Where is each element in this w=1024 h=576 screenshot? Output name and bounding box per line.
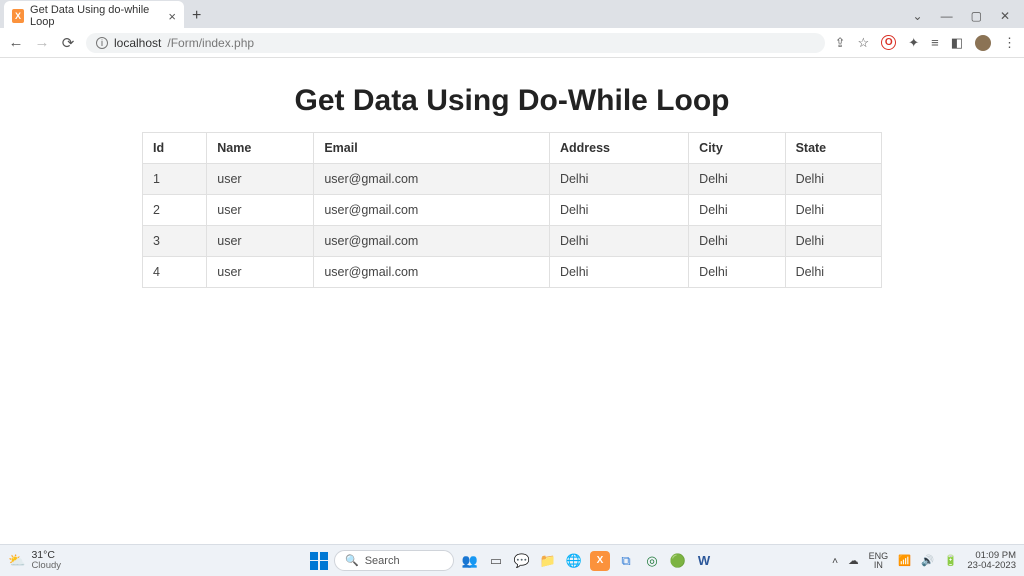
task-app-icon[interactable]: 🟢: [668, 551, 688, 571]
task-chat-icon[interactable]: 💬: [512, 551, 532, 571]
col-header-city: City: [689, 133, 785, 164]
taskbar-center: 🔍 Search 👥 ▭ 💬 📁 🌐 X ⧉ ◎ 🟢 W: [310, 550, 714, 571]
url-path: /Form/index.php: [167, 36, 254, 50]
language-indicator[interactable]: ENG IN: [869, 552, 889, 570]
cell-name: user: [207, 257, 314, 288]
cell-name: user: [207, 195, 314, 226]
taskbar-search[interactable]: 🔍 Search: [334, 550, 454, 571]
cell-id: 4: [143, 257, 207, 288]
cell-city: Delhi: [689, 195, 785, 226]
extensions-icon[interactable]: ✦: [908, 35, 919, 51]
toolbar-icons: ⇪ ☆ O ✦ ≡ ◧ ⋮: [835, 35, 1016, 51]
close-tab-button[interactable]: ×: [168, 9, 176, 24]
cell-state: Delhi: [785, 226, 881, 257]
cell-state: Delhi: [785, 164, 881, 195]
tray-battery-icon[interactable]: 🔋: [944, 554, 957, 567]
tray-chevron-icon[interactable]: ˄: [832, 555, 838, 567]
tray-volume-icon[interactable]: 🔊: [921, 554, 934, 567]
cell-email: user@gmail.com: [314, 195, 550, 226]
task-xampp-icon[interactable]: X: [590, 551, 610, 571]
forward-button[interactable]: →: [34, 34, 50, 51]
opera-icon[interactable]: O: [881, 35, 896, 50]
cell-email: user@gmail.com: [314, 226, 550, 257]
cell-id: 1: [143, 164, 207, 195]
cell-name: user: [207, 226, 314, 257]
task-vscode-icon[interactable]: ⧉: [616, 551, 636, 571]
table-row: 4useruser@gmail.comDelhiDelhiDelhi: [143, 257, 882, 288]
minimize-button[interactable]: —: [941, 9, 953, 23]
close-window-button[interactable]: ✕: [1000, 9, 1010, 23]
task-taskview-icon[interactable]: ▭: [486, 551, 506, 571]
table-row: 1useruser@gmail.comDelhiDelhiDelhi: [143, 164, 882, 195]
menu-icon[interactable]: ⋮: [1003, 35, 1016, 51]
cell-email: user@gmail.com: [314, 257, 550, 288]
cell-id: 3: [143, 226, 207, 257]
table-row: 2useruser@gmail.comDelhiDelhiDelhi: [143, 195, 882, 226]
cell-state: Delhi: [785, 195, 881, 226]
cell-address: Delhi: [549, 226, 688, 257]
weather-widget[interactable]: ⛅ 31°C Cloudy: [8, 550, 61, 571]
clock[interactable]: 01:09 PM 23-04-2023: [967, 551, 1016, 571]
tabs-bar: X Get Data Using do-while Loop × + ⌄ — ▢…: [0, 0, 1024, 28]
cell-address: Delhi: [549, 164, 688, 195]
browser-chrome: X Get Data Using do-while Loop × + ⌄ — ▢…: [0, 0, 1024, 58]
col-header-id: Id: [143, 133, 207, 164]
tab-title: Get Data Using do-while Loop: [30, 4, 156, 28]
taskbar: ⛅ 31°C Cloudy 🔍 Search 👥 ▭ 💬 📁 🌐 X ⧉ ◎ 🟢…: [0, 544, 1024, 576]
window-controls: ⌄ — ▢ ✕: [913, 9, 1020, 23]
cell-address: Delhi: [549, 257, 688, 288]
start-button[interactable]: [310, 552, 328, 570]
task-explorer-icon[interactable]: 📁: [538, 551, 558, 571]
cell-name: user: [207, 164, 314, 195]
cell-city: Delhi: [689, 164, 785, 195]
data-table: Id Name Email Address City State 1userus…: [142, 132, 882, 288]
cell-id: 2: [143, 195, 207, 226]
system-tray: ˄ ☁ ENG IN 📶 🔊 🔋 01:09 PM 23-04-2023: [832, 551, 1016, 571]
cell-address: Delhi: [549, 195, 688, 226]
search-icon: 🔍: [345, 554, 359, 567]
table-header-row: Id Name Email Address City State: [143, 133, 882, 164]
maximize-button[interactable]: ▢: [971, 9, 982, 23]
window-caret-icon[interactable]: ⌄: [913, 9, 923, 23]
col-header-state: State: [785, 133, 881, 164]
cell-state: Delhi: [785, 257, 881, 288]
search-placeholder: Search: [365, 555, 400, 567]
side-panel-icon[interactable]: ◧: [951, 35, 963, 51]
col-header-email: Email: [314, 133, 550, 164]
weather-icon: ⛅: [8, 552, 25, 569]
table-row: 3useruser@gmail.comDelhiDelhiDelhi: [143, 226, 882, 257]
back-button[interactable]: ←: [8, 34, 24, 51]
xampp-favicon-icon: X: [12, 9, 24, 23]
site-info-icon[interactable]: i: [96, 37, 108, 49]
cell-email: user@gmail.com: [314, 164, 550, 195]
tray-onedrive-icon[interactable]: ☁: [848, 555, 859, 567]
tray-wifi-icon[interactable]: 📶: [898, 554, 911, 567]
share-icon[interactable]: ⇪: [835, 35, 846, 51]
page-title: Get Data Using Do-While Loop: [0, 84, 1024, 118]
weather-cond: Cloudy: [31, 561, 61, 571]
bookmark-icon[interactable]: ☆: [858, 35, 870, 51]
url-host: localhost: [114, 36, 161, 50]
col-header-address: Address: [549, 133, 688, 164]
col-header-name: Name: [207, 133, 314, 164]
address-bar: ← → ⟳ i localhost/Form/index.php ⇪ ☆ O ✦…: [0, 28, 1024, 58]
page-content: Get Data Using Do-While Loop Id Name Ema…: [0, 58, 1024, 306]
reload-button[interactable]: ⟳: [60, 34, 76, 52]
task-avatars-icon[interactable]: 👥: [460, 551, 480, 571]
task-chrome-icon[interactable]: 🌐: [564, 551, 584, 571]
url-input[interactable]: i localhost/Form/index.php: [86, 33, 825, 53]
reading-list-icon[interactable]: ≡: [931, 35, 939, 50]
browser-tab[interactable]: X Get Data Using do-while Loop ×: [4, 1, 184, 31]
cell-city: Delhi: [689, 257, 785, 288]
new-tab-button[interactable]: +: [184, 7, 209, 25]
cell-city: Delhi: [689, 226, 785, 257]
task-word-icon[interactable]: W: [694, 551, 714, 571]
profile-avatar[interactable]: [975, 35, 991, 51]
task-edge-icon[interactable]: ◎: [642, 551, 662, 571]
